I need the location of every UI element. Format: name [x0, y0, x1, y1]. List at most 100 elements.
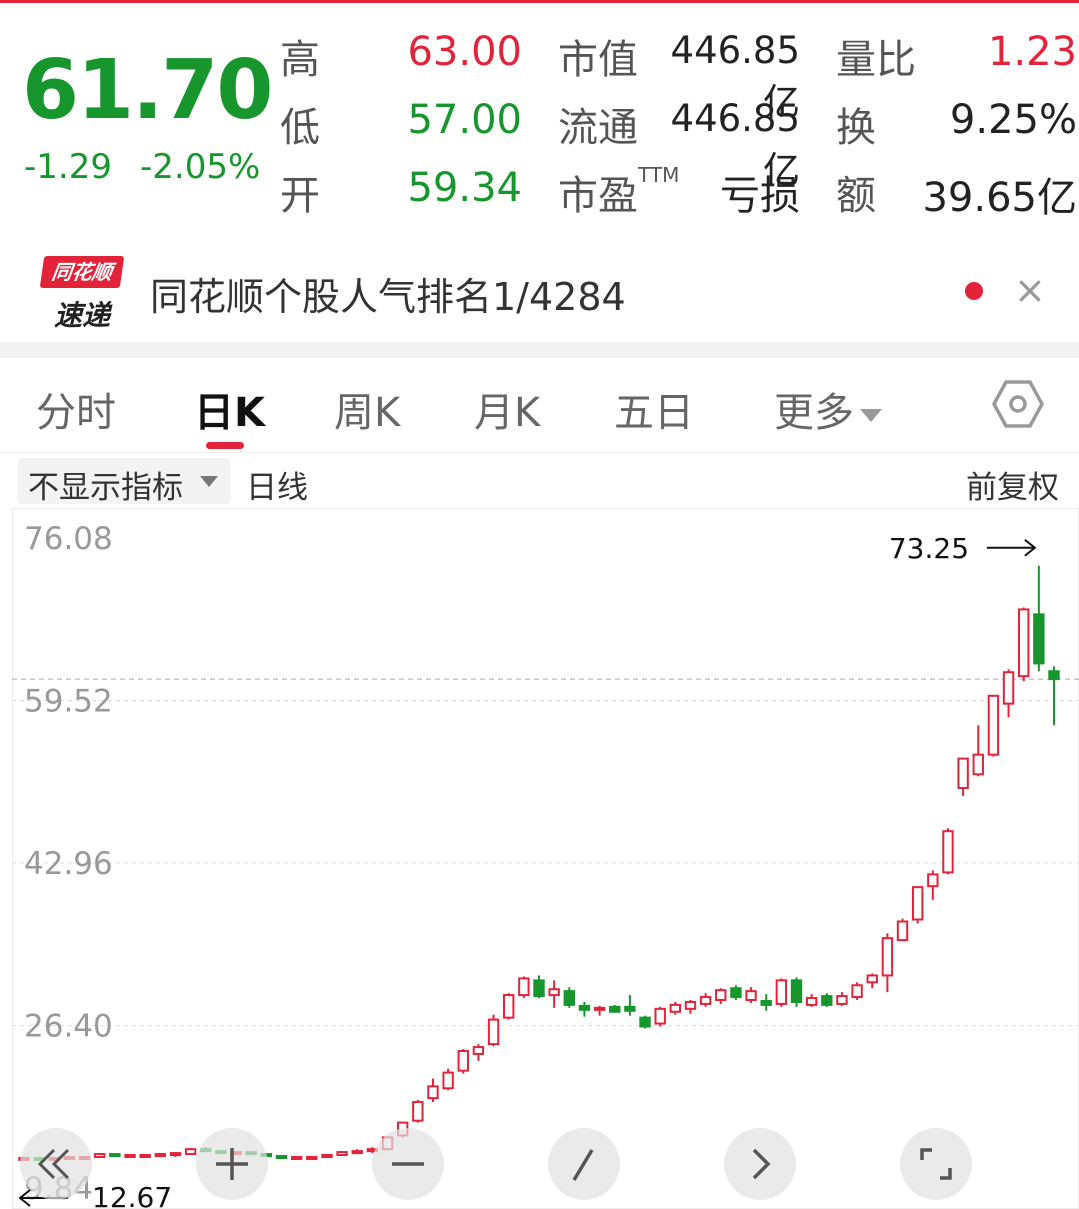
open-label: 开	[280, 173, 320, 219]
logo-top-text: 同花顺	[39, 256, 125, 288]
candle-up	[942, 830, 954, 874]
high-value: 63.00	[407, 29, 522, 75]
tabs-divider	[0, 452, 1079, 453]
chart-frame	[12, 508, 1079, 1209]
candle-up	[593, 1006, 606, 1011]
y-tick-label: 76.08	[24, 521, 113, 557]
double-left-chevron-icon	[37, 1148, 70, 1180]
last-price: 61.70	[22, 43, 273, 138]
candle-down	[533, 979, 545, 998]
banner-headline[interactable]: 同花顺个股人气排名1/4284	[150, 266, 626, 321]
candle-up	[684, 1000, 697, 1010]
turnover-value: 9.25%	[949, 97, 1077, 143]
price-change-percent: -2.05%	[140, 147, 261, 187]
candle-down	[1048, 670, 1060, 681]
pe-value: 亏损	[720, 173, 800, 219]
zoom-in-button[interactable]	[196, 1128, 268, 1200]
candle-up	[775, 979, 788, 1005]
max-price-annotation: 73.25	[889, 532, 969, 565]
candle-up	[715, 989, 727, 1001]
candle-up	[306, 1155, 318, 1160]
y-tick-label: 42.96	[24, 846, 113, 882]
candle-up	[699, 996, 712, 1005]
zoom-out-button[interactable]	[372, 1128, 444, 1200]
candle-down	[639, 1016, 651, 1028]
candle-up	[124, 1154, 136, 1159]
tab-weekly-k[interactable]: 周K	[334, 380, 400, 438]
logo-bottom-text: 速递	[53, 299, 110, 332]
price-adjust-toggle[interactable]: 前复权	[966, 462, 1059, 507]
candle-up	[745, 990, 757, 1001]
section-gap	[0, 342, 1079, 358]
scroll-left-button[interactable]	[20, 1128, 92, 1200]
candle-down	[790, 979, 803, 1003]
candle-up	[669, 1003, 682, 1013]
candle-up	[139, 1154, 151, 1159]
tab-more[interactable]: 更多	[774, 380, 882, 438]
fullscreen-icon	[920, 1148, 952, 1180]
candle-up	[805, 997, 818, 1006]
candle-up	[972, 753, 984, 776]
zoom-out-minus-icon	[392, 1162, 424, 1166]
tab-daily-k[interactable]: 日K	[194, 380, 265, 438]
candle-up	[487, 1018, 500, 1046]
candle-up	[427, 1085, 439, 1100]
candle-up	[911, 886, 924, 921]
candle-up	[836, 995, 848, 1005]
amount-label: 额	[836, 173, 876, 219]
y-tick-label: 59.52	[24, 684, 113, 720]
candle-down	[821, 995, 833, 1006]
tab-intraday[interactable]: 分时	[36, 380, 116, 438]
indicator-dropdown[interactable]: 不显示指标	[18, 458, 230, 506]
tab-more-label: 更多	[774, 390, 854, 436]
volume-ratio-value: 1.23	[987, 29, 1077, 75]
tab-five-day[interactable]: 五日	[614, 380, 694, 438]
candle-up	[321, 1154, 333, 1159]
period-label: 日线	[246, 470, 308, 506]
right-chevron-icon	[752, 1148, 771, 1180]
unread-dot-icon	[965, 282, 983, 300]
y-tick-label: 26.40	[24, 1009, 113, 1045]
candlestick-chart[interactable]: 76.0859.5242.9626.409.8473.2512.67	[12, 508, 1079, 1209]
scroll-right-button[interactable]	[724, 1128, 796, 1200]
candle-up	[866, 974, 878, 984]
candle-up	[472, 1046, 485, 1055]
fullscreen-button[interactable]	[900, 1128, 972, 1200]
pe-label: 市盈TTM	[558, 163, 679, 221]
candle-up	[987, 694, 1000, 756]
tab-monthly-k[interactable]: 月K	[474, 380, 540, 438]
candle-up	[881, 937, 894, 977]
amount-value: 39.65亿	[922, 175, 1077, 221]
candle-up	[1018, 608, 1030, 678]
open-value: 59.34	[407, 165, 522, 211]
candle-down	[624, 1005, 636, 1012]
candle-up	[184, 1148, 197, 1156]
candle-up	[548, 988, 560, 997]
candle-up	[896, 920, 909, 942]
candle-up	[457, 1050, 469, 1072]
candle-up	[927, 873, 939, 888]
candle-up	[851, 984, 863, 999]
pe-label-text: 市盈	[558, 173, 638, 219]
candle-up	[290, 1155, 303, 1160]
low-value: 57.00	[407, 97, 522, 143]
settings-hexagon-icon[interactable]	[992, 378, 1044, 430]
candle-down	[609, 1005, 621, 1013]
active-tab-indicator	[206, 442, 244, 449]
zoom-in-plus-icon	[216, 1148, 248, 1180]
candle-up	[412, 1101, 424, 1122]
caret-down-icon	[860, 408, 882, 422]
candle-up	[442, 1071, 454, 1090]
low-label: 低	[280, 105, 320, 151]
candle-up	[336, 1151, 348, 1157]
price-change: -1.29	[24, 147, 112, 187]
ths-express-logo: 同花顺 速递	[36, 256, 125, 332]
candle-down	[730, 987, 742, 999]
draw-line-button[interactable]	[548, 1128, 620, 1200]
candle-up	[654, 1007, 666, 1025]
candle-up	[518, 977, 530, 997]
candle-down	[563, 990, 575, 1006]
pe-ttm-sup: TTM	[638, 163, 680, 187]
candle-up	[154, 1153, 167, 1158]
banner-close-button[interactable]: ×	[1014, 268, 1046, 312]
